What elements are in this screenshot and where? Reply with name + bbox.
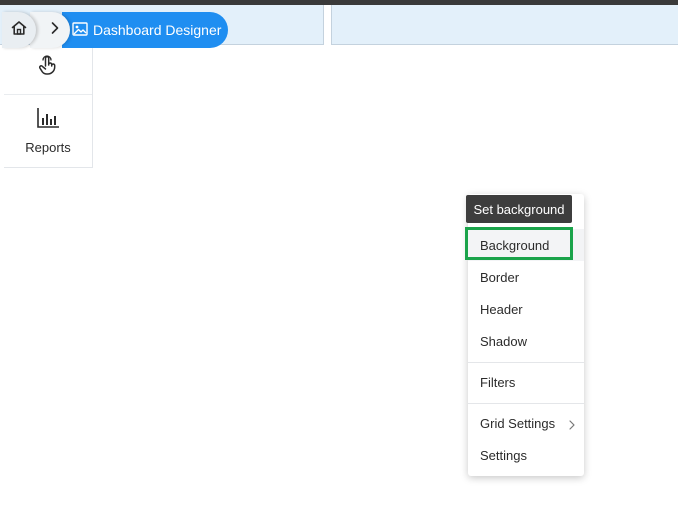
- menu-item-label: Grid Settings: [480, 415, 556, 431]
- breadcrumb-separator[interactable]: [30, 12, 70, 48]
- breadcrumb-current-label: Dashboard Designer: [93, 22, 222, 38]
- menu-item-label: Header: [480, 301, 523, 317]
- header-panel-left: Dashboard Designer: [0, 5, 324, 48]
- image-icon: [72, 21, 88, 39]
- menu-item-label: Background: [480, 237, 550, 253]
- menu-item-filters[interactable]: Filters: [468, 366, 584, 398]
- menu-item-label: Settings: [480, 447, 527, 463]
- menu-item-settings[interactable]: Settings: [468, 439, 584, 471]
- home-icon: [10, 19, 28, 42]
- header-panel-right: [331, 5, 678, 45]
- menu-item-grid-settings[interactable]: Grid Settings: [468, 407, 584, 439]
- menu-divider: [468, 362, 584, 363]
- menu-item-background[interactable]: Background: [468, 229, 584, 261]
- sidebar-item-reports[interactable]: Reports: [4, 95, 92, 167]
- menu-item-label: Shadow: [480, 333, 527, 349]
- sidebar: Reports: [4, 45, 93, 168]
- menu-item-header[interactable]: Header: [468, 293, 584, 325]
- bar-chart-icon: [36, 107, 60, 134]
- chevron-right-icon: [50, 21, 60, 40]
- chevron-right-icon: [569, 418, 575, 433]
- menu-divider: [468, 403, 584, 404]
- menu-item-label: Filters: [480, 374, 516, 390]
- tooltip-set-background: Set background: [466, 195, 572, 223]
- menu-item-shadow[interactable]: Shadow: [468, 325, 584, 357]
- context-menu: Background Border Header Shadow Filters …: [468, 194, 584, 476]
- menu-item-border[interactable]: Border: [468, 261, 584, 293]
- menu-item-label: Border: [480, 269, 520, 285]
- sidebar-item-touch[interactable]: [4, 45, 92, 95]
- breadcrumb-dashboard-designer[interactable]: Dashboard Designer: [62, 12, 228, 48]
- sidebar-item-label: Reports: [25, 140, 71, 155]
- touch-pointer-icon: [36, 54, 60, 85]
